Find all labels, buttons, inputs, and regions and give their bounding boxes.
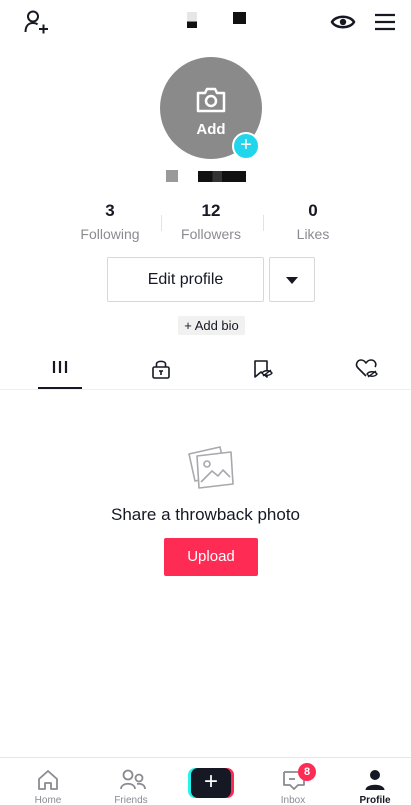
- stat-value: 12: [201, 201, 221, 220]
- profile-stats: 3 Following 12 Followers 0 Likes: [0, 201, 411, 245]
- photo-icon: [186, 444, 236, 490]
- camera-icon: [195, 87, 227, 113]
- nav-friends[interactable]: Friends: [96, 758, 166, 805]
- redacted-username-part: [166, 170, 178, 182]
- bookmark-icon: [254, 360, 273, 378]
- nav-profile[interactable]: Profile: [340, 758, 410, 805]
- nav-inbox[interactable]: Inbox: [258, 758, 328, 805]
- nav-label: Friends: [114, 795, 148, 805]
- upload-button[interactable]: Upload: [164, 538, 258, 576]
- profile-icon: [365, 770, 385, 790]
- username-header[interactable]: [182, 10, 252, 30]
- redacted-username-part: [198, 171, 246, 182]
- tab-private[interactable]: [130, 350, 190, 390]
- inbox-badge: 8: [298, 763, 316, 781]
- more-options-button[interactable]: [269, 257, 315, 302]
- nav-label: Inbox: [280, 795, 306, 805]
- home-icon: [38, 770, 58, 790]
- bottom-nav: Home Friends + Inbox 8 Profile: [0, 757, 411, 805]
- redacted-name-part: [187, 12, 197, 28]
- stat-followers[interactable]: 12 Followers: [161, 201, 261, 242]
- empty-state-title: Share a throwback photo: [110, 505, 300, 524]
- active-tab-indicator: [38, 387, 82, 389]
- stat-following[interactable]: 3 Following: [60, 201, 160, 242]
- stat-label: Following: [80, 226, 140, 242]
- plus-icon: +: [191, 768, 231, 798]
- add-avatar-button[interactable]: +: [232, 132, 260, 160]
- stat-value: 3: [105, 201, 115, 220]
- tab-liked[interactable]: [335, 350, 395, 390]
- heart-icon: [355, 359, 378, 378]
- grid-icon: [52, 361, 68, 373]
- create-button[interactable]: +: [188, 768, 234, 798]
- nav-label: Home: [34, 795, 62, 805]
- add-friend-icon[interactable]: [24, 10, 50, 36]
- add-bio-button[interactable]: + Add bio: [178, 316, 245, 335]
- top-bar: [0, 0, 411, 46]
- stat-label: Followers: [181, 226, 241, 242]
- stat-label: Likes: [296, 226, 330, 242]
- nav-home[interactable]: Home: [13, 758, 83, 805]
- username: [164, 168, 248, 184]
- triangle-down-icon: [286, 277, 298, 284]
- friends-icon: [120, 769, 146, 790]
- lock-icon: [152, 360, 170, 379]
- eye-icon[interactable]: [330, 12, 356, 32]
- content-tabs: [0, 350, 411, 390]
- tab-videos[interactable]: [30, 350, 90, 390]
- stat-likes[interactable]: 0 Likes: [263, 201, 363, 242]
- tab-saved[interactable]: [232, 350, 292, 390]
- nav-label: Profile: [359, 795, 391, 805]
- redacted-name-part: [233, 12, 246, 24]
- edit-profile-button[interactable]: Edit profile: [107, 257, 264, 302]
- menu-icon[interactable]: [374, 12, 396, 32]
- stat-value: 0: [308, 201, 318, 220]
